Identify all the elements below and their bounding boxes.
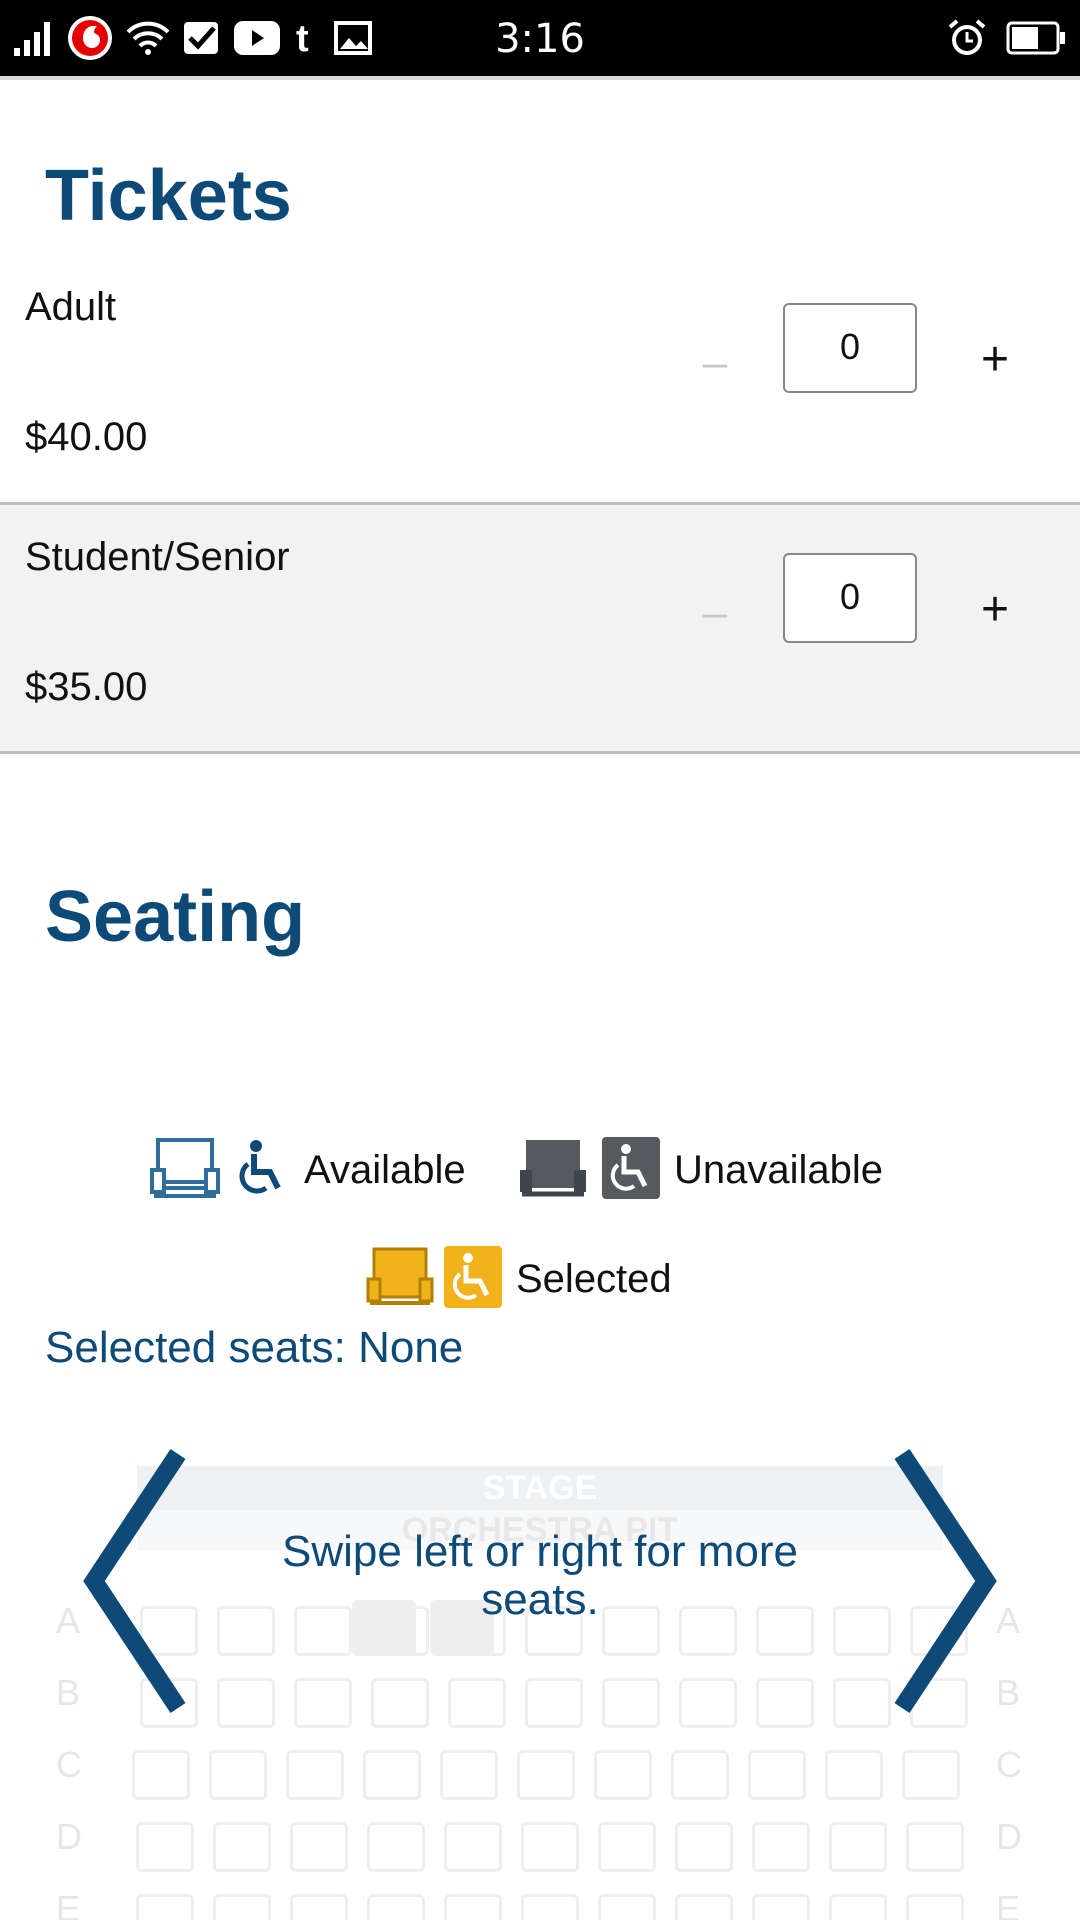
seat[interactable] [367,1822,425,1872]
ticket-name: Adult [25,285,117,329]
ticket-name: Student/Senior [25,535,290,579]
alarm-icon [946,17,988,59]
header-divider [0,76,1080,80]
seat[interactable] [367,1894,425,1920]
swipe-hint: Swipe left or right for more seats. [282,1527,798,1624]
selected-seat-icon [366,1245,434,1314]
decrement-button[interactable]: – [700,591,730,635]
decrement-button[interactable]: – [700,341,730,385]
seat[interactable] [217,1678,275,1728]
battery-icon [1006,21,1066,55]
ticket-row-adult: Adult $40.00 – 0 + [0,255,1080,503]
quantity-input[interactable]: 0 [783,553,917,643]
legend-selected: Selected [366,1245,672,1314]
chevron-left-icon[interactable] [78,1446,188,1716]
quantity-input[interactable]: 0 [783,303,917,393]
row-letter-right: E [996,1888,1021,1920]
seat[interactable] [294,1678,352,1728]
seat[interactable] [517,1750,575,1800]
increment-button[interactable]: + [975,335,1015,385]
seat[interactable] [906,1894,964,1920]
row-divider [0,751,1080,754]
row-letter-left: E [56,1888,81,1920]
seat[interactable] [906,1822,964,1872]
row-letter-right: D [996,1816,1022,1857]
increment-button[interactable]: + [975,585,1015,635]
selected-wheelchair-icon [444,1246,502,1313]
seat[interactable] [829,1894,887,1920]
legend-unavailable-label: Unavailable [674,1148,884,1192]
seat[interactable] [675,1822,733,1872]
seat[interactable] [213,1894,271,1920]
seat[interactable] [833,1678,891,1728]
available-wheelchair-icon [234,1138,290,1203]
seat[interactable] [440,1750,498,1800]
seat[interactable] [756,1678,814,1728]
seat[interactable] [825,1750,883,1800]
status-icons-right [946,14,1066,62]
seat[interactable] [444,1894,502,1920]
seat[interactable] [371,1678,429,1728]
seat[interactable] [209,1750,267,1800]
seat[interactable] [448,1678,506,1728]
seat[interactable] [598,1822,656,1872]
row-letter-left: A [56,1600,81,1641]
selected-seats-status: Selected seats: None [45,1323,464,1372]
seat[interactable] [444,1822,502,1872]
seat[interactable] [679,1678,737,1728]
seat[interactable] [132,1750,190,1800]
seat[interactable] [594,1750,652,1800]
seating-heading: Seating [45,877,306,957]
seat[interactable] [752,1822,810,1872]
seat[interactable] [363,1750,421,1800]
legend-available-label: Available [304,1148,466,1192]
row-letter-right: C [996,1744,1022,1785]
seat[interactable] [213,1822,271,1872]
ticket-price: $35.00 [25,665,148,709]
seat[interactable] [136,1822,194,1872]
status-time: 3:16 [495,16,585,62]
seat[interactable] [521,1894,579,1920]
row-letter-left: C [56,1744,82,1785]
seat[interactable] [290,1894,348,1920]
seat[interactable] [525,1678,583,1728]
seat[interactable] [290,1822,348,1872]
seat[interactable] [829,1822,887,1872]
seat[interactable] [598,1894,656,1920]
seat[interactable] [675,1894,733,1920]
legend-available: Available [150,1136,466,1205]
seat[interactable] [748,1750,806,1800]
seat-map[interactable]: STAGE ORCHESTRA PIT A B C D E A B C D E … [0,1440,1080,1920]
ticket-price: $40.00 [25,415,148,459]
stage-label: STAGE [137,1466,943,1510]
chevron-right-icon[interactable] [892,1446,1002,1716]
available-seat-icon [150,1136,220,1205]
seat[interactable] [602,1678,660,1728]
unavailable-wheelchair-icon [602,1137,660,1204]
seat[interactable] [671,1750,729,1800]
tickets-heading: Tickets [45,156,292,236]
seat[interactable] [752,1894,810,1920]
status-bar: t 3:16 [0,0,1080,76]
seat[interactable] [136,1894,194,1920]
row-letter-left: D [56,1816,82,1857]
legend-selected-label: Selected [516,1257,672,1301]
unavailable-seat-icon [518,1136,588,1205]
seat[interactable] [286,1750,344,1800]
legend-unavailable: Unavailable [518,1136,883,1205]
seat[interactable] [521,1822,579,1872]
seat[interactable] [902,1750,960,1800]
ticket-row-student-senior: Student/Senior $35.00 – 0 + [0,505,1080,753]
row-letter-left: B [56,1672,81,1713]
